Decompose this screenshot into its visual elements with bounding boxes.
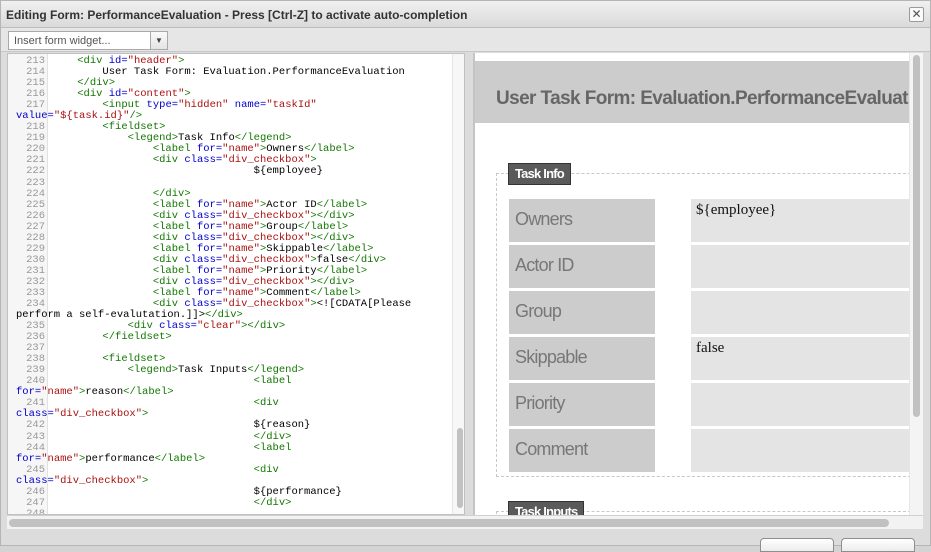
toolbar: Insert form widget... ▼	[1, 28, 930, 52]
form-field-label: Group	[509, 291, 655, 334]
insert-form-widget-value: Insert form widget...	[14, 35, 111, 47]
code-text: </div>	[253, 496, 292, 509]
horizontal-scrollbar-thumb[interactable]	[9, 519, 889, 527]
insert-form-widget-select[interactable]: Insert form widget... ▼	[8, 31, 168, 50]
dialog-button-2[interactable]	[841, 538, 915, 552]
preview-header-title: User Task Form: Evaluation.PerformanceEv…	[496, 88, 909, 109]
chevron-down-icon[interactable]: ▼	[150, 32, 167, 49]
preview-vertical-scrollbar[interactable]	[909, 53, 923, 515]
task-info-legend: Task Info	[508, 163, 571, 185]
line-number: 223	[26, 176, 45, 189]
task-inputs-legend: Task Inputs	[508, 501, 585, 515]
code-text: </fieldset>	[102, 331, 172, 344]
code-line[interactable]: 236 </fieldset>	[8, 332, 453, 343]
preview-header: User Task Form: Evaluation.PerformanceEv…	[475, 61, 909, 123]
editor-scrollbar-thumb[interactable]	[457, 428, 463, 508]
form-field-label: Skippable	[509, 337, 655, 380]
line-number: 224	[26, 187, 45, 200]
dialog-title: Editing Form: PerformanceEvaluation - Pr…	[6, 8, 468, 22]
form-field-value	[691, 245, 921, 288]
form-field-label: Owners	[509, 199, 655, 242]
code-content[interactable]: 213 <div id="header"> 214 User Task Form:…	[8, 55, 453, 514]
code-text: ${employee}	[52, 165, 323, 178]
form-field-label: Comment	[509, 429, 655, 472]
edit-form-dialog: Editing Form: PerformanceEvaluation - Pr…	[0, 0, 931, 552]
form-field-value: ${employee}	[691, 199, 921, 242]
editor-vertical-scrollbar[interactable]	[452, 54, 464, 514]
line-number: 226	[26, 209, 45, 222]
dialog-titlebar: Editing Form: PerformanceEvaluation - Pr…	[1, 1, 930, 28]
form-field-value	[691, 429, 921, 472]
horizontal-scrollbar[interactable]	[7, 515, 923, 529]
form-preview: User Task Form: Evaluation.PerformanceEv…	[473, 53, 923, 515]
task-info-fieldset: Task Info Owners ${employee} Actor ID Group…	[496, 163, 921, 477]
form-field-label: Priority	[509, 383, 655, 426]
form-field-value: false	[691, 337, 921, 380]
close-icon[interactable]: ✕	[909, 7, 924, 22]
line-number: 222	[26, 165, 45, 178]
code-editor[interactable]: 213 <div id="header"> 214 User Task Form:…	[7, 53, 465, 515]
code-line[interactable]: 222 ${employee}	[8, 166, 453, 177]
form-field-label: Actor ID	[509, 245, 655, 288]
line-number: 243	[26, 430, 45, 443]
dialog-button-1[interactable]	[760, 538, 834, 552]
line-number: 225	[26, 198, 45, 211]
preview-scrollbar-thumb[interactable]	[913, 55, 920, 417]
line-number: 242	[26, 419, 45, 432]
form-field-value	[691, 291, 921, 334]
form-field-value	[691, 383, 921, 426]
code-line[interactable]: 247 </div>	[8, 496, 453, 509]
